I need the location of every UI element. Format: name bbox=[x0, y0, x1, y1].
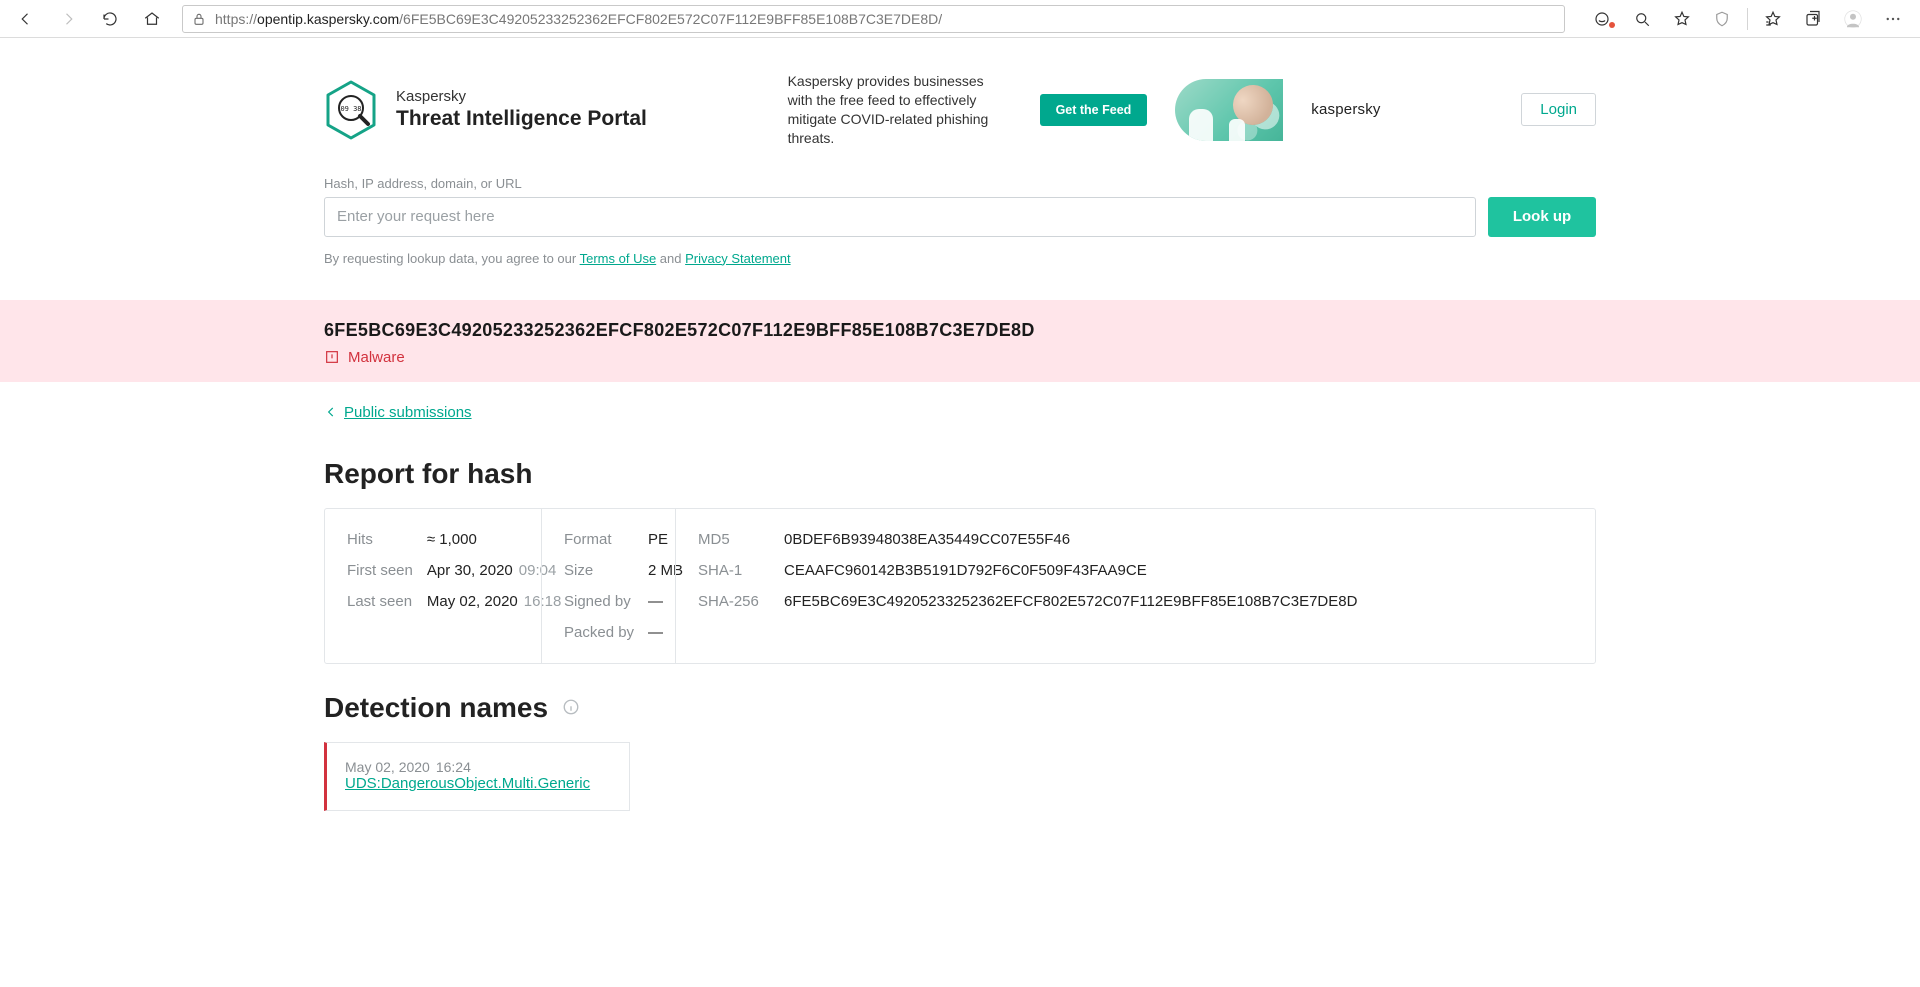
privacy-link[interactable]: Privacy Statement bbox=[685, 251, 791, 266]
badge-dot-icon bbox=[1609, 22, 1615, 28]
tracking-icon[interactable] bbox=[1583, 4, 1621, 34]
forward-button[interactable] bbox=[50, 4, 86, 34]
shield-privacy-icon[interactable] bbox=[1703, 4, 1741, 34]
terms-and: and bbox=[656, 251, 685, 266]
report-col-hashes: MD5 0BDEF6B93948038EA35449CC07E55F46 SHA… bbox=[675, 509, 1595, 663]
breadcrumb-link[interactable]: Public submissions bbox=[344, 404, 472, 421]
verdict-band: 6FE5BC69E3C49205233252362EFCF802E572C07F… bbox=[0, 300, 1920, 382]
packed-label: Packed by bbox=[564, 624, 634, 641]
sha1-value: CEAAFC960142B3B5191D792F6C0F509F43FAA9CE bbox=[784, 562, 1573, 579]
brand-small: Kaspersky bbox=[396, 88, 647, 105]
search-row: Look up bbox=[324, 197, 1596, 237]
site-header: 09 38 Kaspersky Threat Intelligence Port… bbox=[324, 38, 1596, 176]
last-seen-label: Last seen bbox=[347, 593, 413, 610]
verdict-line: Malware bbox=[324, 349, 1596, 366]
detection-name-link[interactable]: UDS:DangerousObject.Multi.Generic bbox=[345, 775, 590, 792]
promo-copy: Kaspersky provides businesses with the f… bbox=[788, 72, 1012, 148]
more-menu-icon[interactable] bbox=[1874, 4, 1912, 34]
first-seen-label: First seen bbox=[347, 562, 413, 579]
hash-value: 6FE5BC69E3C49205233252362EFCF802E572C07F… bbox=[324, 320, 1596, 341]
url-text: https://opentip.kaspersky.com/6FE5BC69E3… bbox=[215, 11, 942, 27]
toolbar-right bbox=[1583, 4, 1912, 34]
size-label: Size bbox=[564, 562, 634, 579]
report-col-meta: Hits ≈ 1,000 First seen Apr 30, 202009:0… bbox=[325, 509, 541, 663]
first-seen-date: Apr 30, 2020 bbox=[427, 562, 513, 579]
md5-label: MD5 bbox=[698, 531, 770, 548]
url-path: /6FE5BC69E3C49205233252362EFCF802E572C07… bbox=[399, 11, 942, 27]
format-label: Format bbox=[564, 531, 634, 548]
favorites-list-icon[interactable] bbox=[1754, 4, 1792, 34]
lock-icon bbox=[191, 11, 207, 27]
sha256-value: 6FE5BC69E3C49205233252362EFCF802E572C07F… bbox=[784, 593, 1573, 610]
verdict-label: Malware bbox=[348, 349, 405, 366]
brand-big: Threat Intelligence Portal bbox=[396, 107, 647, 131]
hits-label: Hits bbox=[347, 531, 413, 548]
promo-image bbox=[1175, 79, 1283, 141]
url-domain: opentip.kaspersky.com bbox=[257, 11, 399, 27]
breadcrumb: Public submissions bbox=[324, 382, 1596, 430]
url-scheme: https:// bbox=[215, 11, 257, 27]
detection-date: May 02, 2020 bbox=[345, 759, 430, 775]
brand-logo-icon: 09 38 bbox=[324, 80, 378, 140]
report-col-file: Format PE Size 2 MB Signed by — Packed b… bbox=[541, 509, 675, 663]
terms-line: By requesting lookup data, you agree to … bbox=[324, 251, 1596, 266]
signed-label: Signed by bbox=[564, 593, 634, 610]
search-input[interactable] bbox=[324, 197, 1476, 237]
separator bbox=[1747, 8, 1748, 30]
address-bar[interactable]: https://opentip.kaspersky.com/6FE5BC69E3… bbox=[182, 5, 1565, 33]
md5-value: 0BDEF6B93948038EA35449CC07E55F46 bbox=[784, 531, 1573, 548]
profile-icon[interactable] bbox=[1834, 4, 1872, 34]
detection-time: 16:24 bbox=[436, 759, 471, 775]
lookup-button[interactable]: Look up bbox=[1488, 197, 1596, 237]
brand[interactable]: 09 38 Kaspersky Threat Intelligence Port… bbox=[324, 80, 647, 140]
detections-title: Detection names bbox=[324, 692, 1596, 724]
favorite-icon[interactable] bbox=[1663, 4, 1701, 34]
sha1-label: SHA-1 bbox=[698, 562, 770, 579]
zoom-icon[interactable] bbox=[1623, 4, 1661, 34]
info-icon[interactable] bbox=[562, 698, 580, 716]
last-seen-date: May 02, 2020 bbox=[427, 593, 518, 610]
get-feed-button[interactable]: Get the Feed bbox=[1040, 94, 1148, 126]
brand-text: Kaspersky Threat Intelligence Portal bbox=[396, 88, 647, 131]
svg-text:09 38: 09 38 bbox=[340, 105, 361, 113]
promo-area: Kaspersky provides businesses with the f… bbox=[788, 72, 1381, 148]
terms-prefix: By requesting lookup data, you agree to … bbox=[324, 251, 580, 266]
chevron-left-icon bbox=[324, 405, 338, 419]
sha256-label: SHA-256 bbox=[698, 593, 770, 610]
detections-title-text: Detection names bbox=[324, 692, 548, 723]
back-button[interactable] bbox=[8, 4, 44, 34]
terms-link[interactable]: Terms of Use bbox=[580, 251, 657, 266]
detection-card: May 02, 2020 16:24 UDS:DangerousObject.Mu… bbox=[324, 742, 630, 811]
detection-timestamp: May 02, 2020 16:24 bbox=[345, 759, 611, 775]
collections-icon[interactable] bbox=[1794, 4, 1832, 34]
home-button[interactable] bbox=[134, 4, 170, 34]
reload-button[interactable] bbox=[92, 4, 128, 34]
browser-toolbar: https://opentip.kaspersky.com/6FE5BC69E3… bbox=[0, 0, 1920, 38]
login-button[interactable]: Login bbox=[1521, 93, 1596, 126]
report-box: Hits ≈ 1,000 First seen Apr 30, 202009:0… bbox=[324, 508, 1596, 664]
search-label: Hash, IP address, domain, or URL bbox=[324, 176, 1596, 191]
kaspersky-wordmark: kaspersky bbox=[1311, 101, 1380, 118]
report-title: Report for hash bbox=[324, 458, 1596, 490]
alert-icon bbox=[324, 349, 340, 365]
